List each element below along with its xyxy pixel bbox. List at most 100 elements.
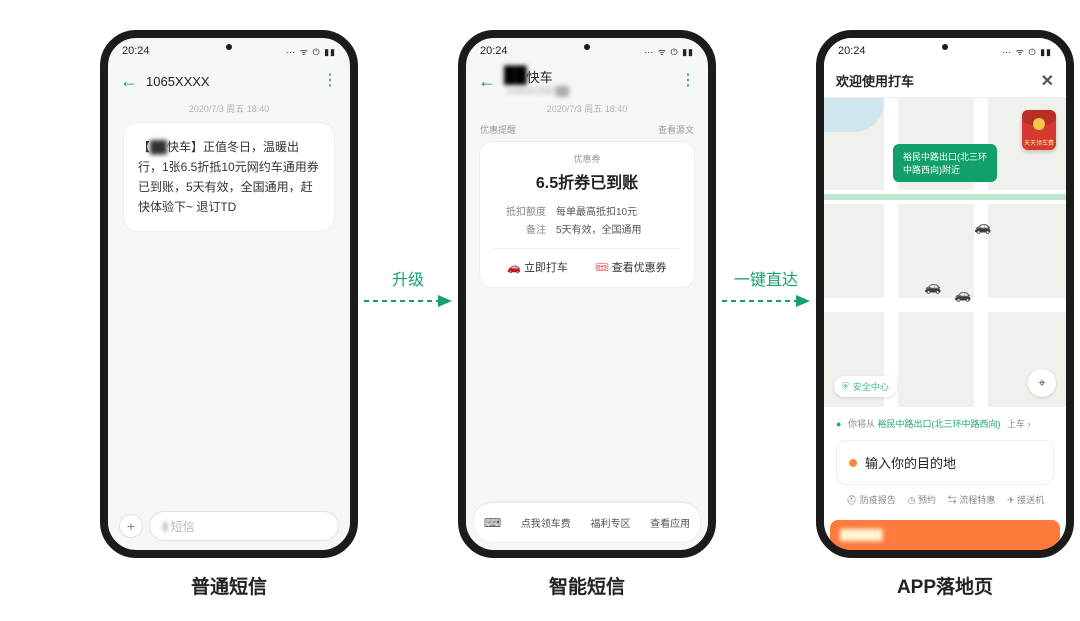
arrow-icon xyxy=(722,292,810,310)
map-view[interactable]: 裕民中路出口(北三环 中路西向)附近 天天领车费 🚗 🚗 🚗 ⛨ 安全中心 ⌖ xyxy=(824,98,1066,407)
status-bar: 20:24 ⋯ ᯤ ⏻ ▮▮ xyxy=(466,38,708,64)
action-coupon-label: 查看优惠券 xyxy=(612,262,667,274)
pickup-line1: 裕民中路出口(北三环 xyxy=(903,150,987,163)
status-bar: 20:24 ⋯ ᯤ ⏻ ▮▮ xyxy=(824,38,1066,64)
status-icons: ⋯ ᯤ ⏻ ▮▮ xyxy=(1002,45,1052,58)
bottom-toolbar: ⌨ 点我领车费 福利专区 查看应用 xyxy=(474,502,700,542)
status-icons: ⋯ ᯤ ⏻ ▮▮ xyxy=(644,45,694,58)
tag-left: 优惠提醒 xyxy=(480,123,516,136)
arrow-upgrade-label: 升级 xyxy=(392,266,424,290)
action-ride-label: 立即打车 xyxy=(524,262,568,274)
tag-right-view-source[interactable]: 查看源文 xyxy=(658,123,694,136)
map-road xyxy=(824,298,1066,312)
caption-plain-sms: 普通短信 xyxy=(100,572,358,599)
bottom-promo-banner[interactable]: ██████ xyxy=(830,520,1060,550)
destination-dot-icon xyxy=(849,459,857,467)
status-time: 20:24 xyxy=(122,45,150,57)
action-ride-now[interactable]: 🚗立即打车 xyxy=(507,259,568,275)
sms-text-prefix: 【 xyxy=(138,140,150,154)
toolbar-item[interactable]: 福利专区 xyxy=(590,515,630,530)
sms-timestamp: 2020/7/3 周五 18:40 xyxy=(108,102,350,115)
sender-suffix: 快车 xyxy=(527,67,553,86)
sms-input-bar: + ▮ 短信 xyxy=(108,504,350,550)
arrow-direct-label: 一键直达 xyxy=(734,266,798,290)
card-headline: 6.5折券已到账 xyxy=(494,169,680,193)
sms-placeholder: 短信 xyxy=(171,518,195,535)
nav-label: 接送机 xyxy=(1017,495,1044,505)
nav-label: 预约 xyxy=(918,495,936,505)
card-category: 优惠券 xyxy=(494,152,680,165)
map-water xyxy=(824,98,884,132)
arrow-upgrade: 升级 xyxy=(364,276,452,316)
kv-key: 备注 xyxy=(494,221,546,236)
card-tags-row: 优惠提醒 查看源文 xyxy=(480,123,694,136)
pickup-line2: 中路西向)附近 xyxy=(903,163,987,176)
red-envelope-promo[interactable]: 天天领车费 xyxy=(1022,110,1056,150)
sender-sub-blur: 1065302580██ xyxy=(506,86,569,96)
sms-bubble: 【██快车】正值冬日，温暖出行，1张6.5折抵10元网约车通用券已到账，5天有效… xyxy=(124,123,334,231)
coupon-icon: 🎟 xyxy=(595,262,609,274)
pickup-location-pill[interactable]: 裕民中路出口(北三环 中路西向)附近 xyxy=(893,144,997,182)
kv-row: 备注 5天有效，全国通用 xyxy=(494,221,680,236)
from-prefix: 你将从 xyxy=(848,419,875,429)
car-marker-icon: 🚗 xyxy=(924,278,941,295)
arrow-icon xyxy=(364,292,452,310)
card-actions: 🚗立即打车 🎟查看优惠券 xyxy=(494,248,680,275)
smart-sms-card: 优惠券 6.5折券已到账 抵扣额度 每单最高抵扣10元 备注 5天有效，全国通用… xyxy=(480,142,694,287)
nav-label: 防疫报告 xyxy=(860,495,896,505)
status-icons: ⋯ ᯤ ⏻ ▮▮ xyxy=(286,45,336,58)
safety-center-label: 安全中心 xyxy=(853,380,889,393)
coin-icon xyxy=(1033,118,1045,130)
from-line: ● 你将从 裕民中路出口(北三环中路西向) 上车 › xyxy=(836,417,1054,430)
map-traffic xyxy=(824,194,1066,200)
safety-center-chip[interactable]: ⛨ 安全中心 xyxy=(834,376,897,397)
screen: 20:24 ⋯ ᯤ ⏻ ▮▮ ← ██ 快车 1065302580██ ⋮ 20… xyxy=(466,38,708,550)
nav-item[interactable]: ✈ 接送机 xyxy=(1007,493,1044,506)
phone-plain-sms: 20:24 ⋯ ᯤ ⏻ ▮▮ ← 1065XXXX ⋮ 2020/7/3 周五 … xyxy=(100,30,358,558)
keyboard-icon[interactable]: ⌨ xyxy=(484,516,501,530)
back-icon[interactable]: ← xyxy=(120,71,138,92)
sms-header: ← ██ 快车 1065302580██ ⋮ xyxy=(466,64,708,98)
sms-text-field[interactable]: ▮ 短信 xyxy=(150,512,338,540)
caption-app-landing: APP落地页 xyxy=(816,572,1074,599)
sms-brand-blur: ██ xyxy=(150,137,167,157)
sender-blur: ██ xyxy=(504,67,527,85)
app-header: 欢迎使用打车 ✕ xyxy=(824,64,1066,98)
car-marker-icon: 🚗 xyxy=(954,286,971,303)
toolbar-item[interactable]: 点我领车费 xyxy=(521,515,571,530)
sms-timestamp: 2020/7/3 周五 18:40 xyxy=(466,102,708,115)
close-icon[interactable]: ✕ xyxy=(1041,71,1054,91)
locate-me-button[interactable]: ⌖ xyxy=(1028,369,1056,397)
toolbar-item[interactable]: 查看应用 xyxy=(650,515,690,530)
red-envelope-label: 天天领车费 xyxy=(1022,138,1056,147)
service-nav: ⛑ 防疫报告 ◷ 预约 ⇆ 流程特惠 ✈ 接送机 xyxy=(836,485,1054,512)
promo-text-blur: ██████ xyxy=(840,530,883,541)
app-title: 欢迎使用打车 xyxy=(836,71,914,90)
destination-panel: ● 你将从 裕民中路出口(北三环中路西向) 上车 › 输入你的目的地 ⛑ 防疫报… xyxy=(824,407,1066,520)
back-icon[interactable]: ← xyxy=(478,71,496,92)
kv-row: 抵扣额度 每单最高抵扣10元 xyxy=(494,203,680,218)
from-suffix: 上车 › xyxy=(1007,419,1031,429)
destination-input[interactable]: 输入你的目的地 xyxy=(836,440,1054,485)
diagram-stage: 20:24 ⋯ ᯤ ⏻ ▮▮ ← 1065XXXX ⋮ 2020/7/3 周五 … xyxy=(0,0,1080,621)
menu-icon[interactable]: ⋮ xyxy=(680,76,696,86)
screen: 20:24 ⋯ ᯤ ⏻ ▮▮ ← 1065XXXX ⋮ 2020/7/3 周五 … xyxy=(108,38,350,550)
status-bar: 20:24 ⋯ ᯤ ⏻ ▮▮ xyxy=(108,38,350,64)
screen: 20:24 ⋯ ᯤ ⏻ ▮▮ 欢迎使用打车 ✕ 裕民中路出口(北三环 中路西向)… xyxy=(824,38,1066,550)
kv-value: 5天有效，全国通用 xyxy=(556,221,642,236)
arrow-direct: 一键直达 xyxy=(722,276,810,316)
kv-key: 抵扣额度 xyxy=(494,203,546,218)
sms-sender: 1065XXXX xyxy=(146,74,210,89)
locate-icon: ⌖ xyxy=(1038,375,1045,391)
add-attachment-button[interactable]: + xyxy=(120,515,142,537)
nav-label: 流程特惠 xyxy=(959,495,995,505)
shield-icon: ⛨ xyxy=(842,381,849,392)
caption-smart-sms: 智能短信 xyxy=(458,572,716,599)
action-view-coupon[interactable]: 🎟查看优惠券 xyxy=(595,259,667,275)
nav-item[interactable]: ⇆ 流程特惠 xyxy=(948,493,996,506)
menu-icon[interactable]: ⋮ xyxy=(322,76,338,86)
car-icon: 🚗 xyxy=(507,262,521,274)
phone-app-landing: 20:24 ⋯ ᯤ ⏻ ▮▮ 欢迎使用打车 ✕ 裕民中路出口(北三环 中路西向)… xyxy=(816,30,1074,558)
nav-item[interactable]: ◷ 预约 xyxy=(908,493,936,506)
nav-item[interactable]: ⛑ 防疫报告 xyxy=(846,493,896,506)
